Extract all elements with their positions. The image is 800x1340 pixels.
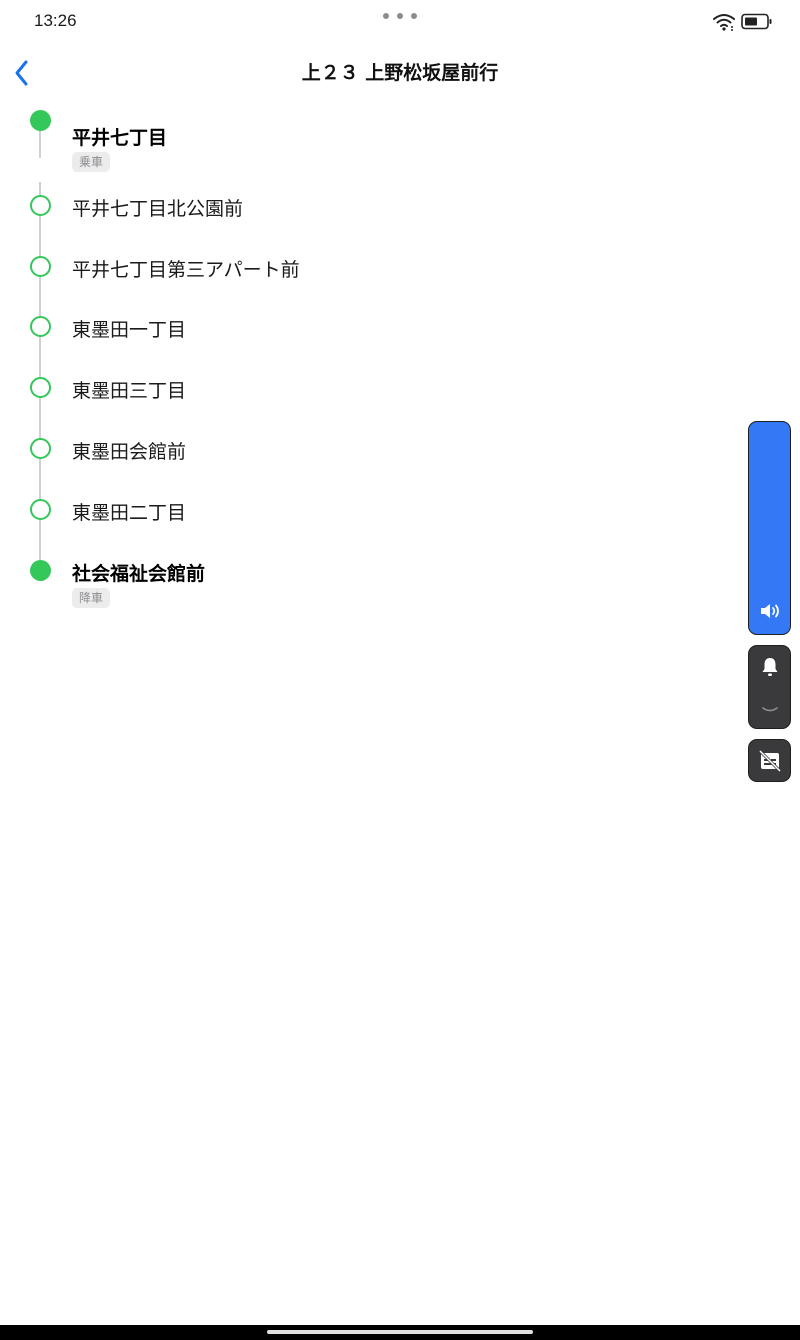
ringer-toggle[interactable]: [748, 645, 791, 729]
system-nav-bar: [0, 1325, 800, 1340]
screen: 13:26 上２３ 上野松坂屋前行 平井七丁目 乗車 平井七丁目北公園前 平井七…: [0, 0, 800, 1340]
boarding-tag: 乗車: [72, 152, 111, 172]
stop-name: 社会福祉会館前: [72, 563, 206, 585]
stop-dot: [30, 256, 51, 277]
nav-bar: 上２３ 上野松坂屋前行: [0, 48, 800, 92]
stop-item[interactable]: 平井七丁目北公園前: [0, 195, 700, 245]
more-dots-icon[interactable]: [383, 13, 417, 21]
speaker-icon: [761, 604, 779, 618]
volume-slider[interactable]: [748, 421, 791, 635]
stop-item[interactable]: 東墨田二丁目: [0, 499, 700, 549]
stop-name: 東墨田二丁目: [72, 502, 187, 524]
stop-item[interactable]: 平井七丁目 乗車: [0, 110, 700, 172]
stop-dot: [30, 377, 51, 398]
stop-item[interactable]: 東墨田三丁目: [0, 377, 700, 427]
stop-name: 平井七丁目: [72, 127, 168, 149]
stop-name: 東墨田一丁目: [72, 319, 187, 341]
stop-dot: [30, 316, 51, 337]
home-indicator[interactable]: [267, 1330, 533, 1334]
stop-item[interactable]: 社会福祉会館前 降車: [0, 560, 700, 610]
battery-icon: [741, 13, 772, 30]
stop-dot: [30, 195, 51, 216]
alighting-tag: 降車: [72, 588, 111, 608]
stop-name: 平井七丁目第三アパート前: [72, 259, 300, 281]
stop-dot-alighting: [30, 560, 51, 581]
stop-name: 平井七丁目北公園前: [72, 198, 244, 220]
stop-dot: [30, 438, 51, 459]
status-bar: 13:26: [0, 0, 800, 44]
stop-dot-boarding: [30, 110, 51, 131]
captions-off-icon: [759, 749, 781, 773]
chevron-down-icon[interactable]: [760, 704, 780, 716]
stop-name: 東墨田三丁目: [72, 380, 187, 402]
stop-dot: [30, 499, 51, 520]
captions-toggle-button[interactable]: [748, 739, 791, 782]
wifi-icon: [713, 14, 735, 31]
stop-name: 東墨田会館前: [72, 441, 187, 463]
stop-item[interactable]: 平井七丁目第三アパート前: [0, 256, 700, 306]
page-title: 上２３ 上野松坂屋前行: [301, 62, 499, 84]
stop-item[interactable]: 東墨田会館前: [0, 438, 700, 488]
stop-item[interactable]: 東墨田一丁目: [0, 316, 700, 366]
status-time: 13:26: [34, 11, 77, 30]
bell-icon: [762, 658, 778, 676]
